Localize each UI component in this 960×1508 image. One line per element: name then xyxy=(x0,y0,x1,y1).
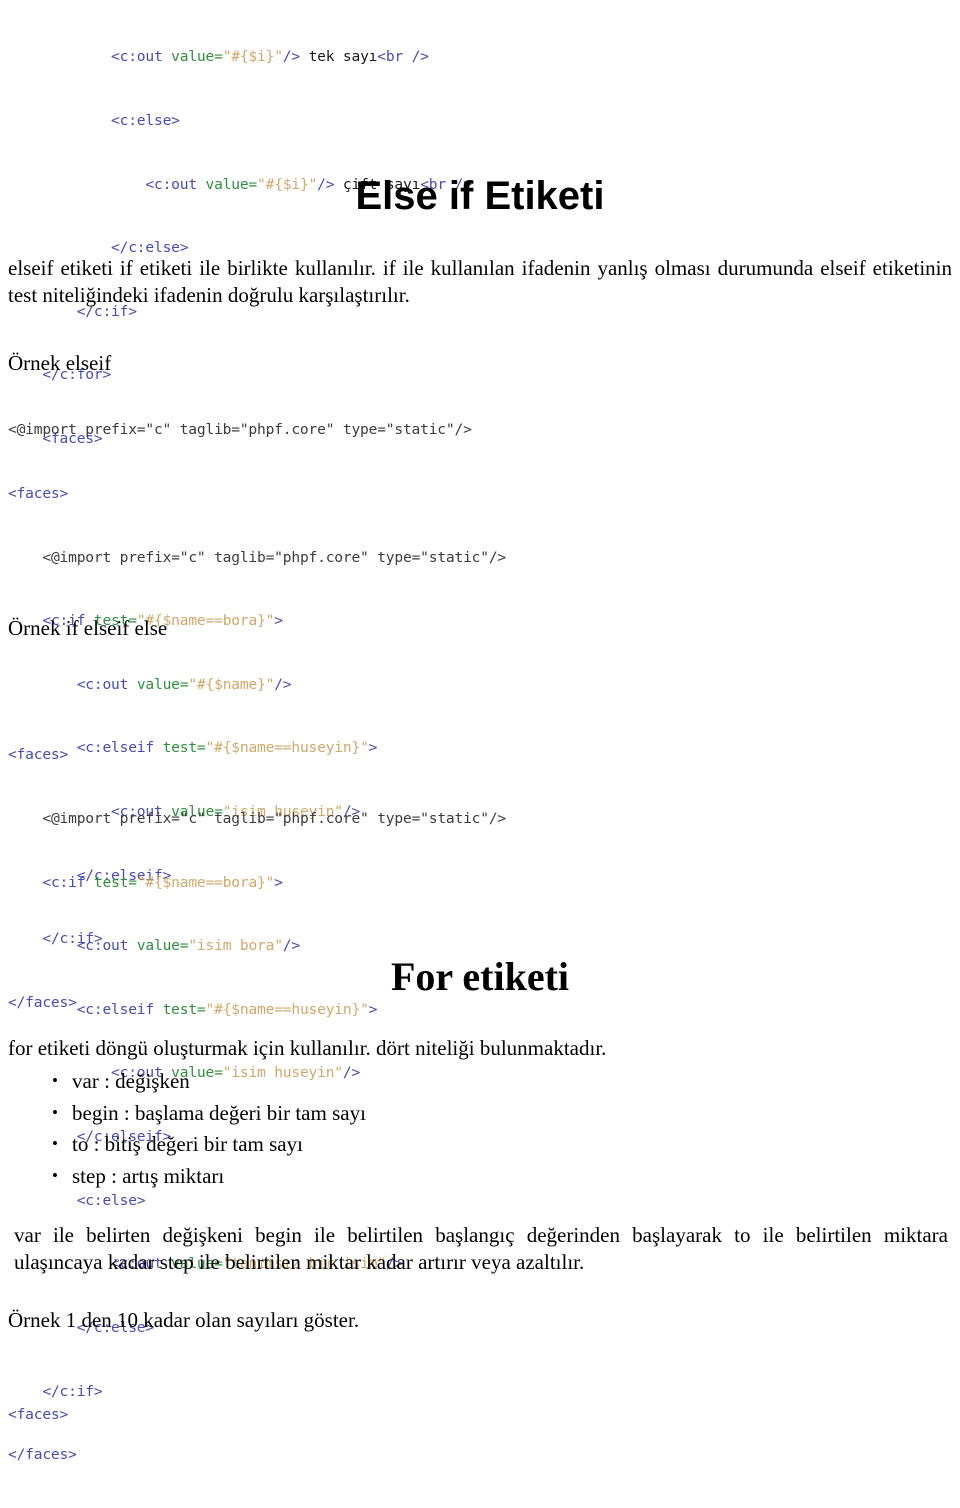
code-line: <@import prefix="c" taglib="phpf.core" t… xyxy=(42,810,507,828)
paragraph-for-description: for etiketi döngü oluşturmak için kullan… xyxy=(8,1036,607,1060)
paragraph-for-detail: var ile belirten değişkeni begin ile bel… xyxy=(14,1223,948,1274)
code-line: <c:out value="#{$name}"/> xyxy=(76,675,292,693)
paragraph-elseif-description: elseif etiketi if etiketi ile birlikte k… xyxy=(8,256,952,307)
label-ornek-if-elseif-else: Örnek if elseif else xyxy=(8,616,168,640)
code-line: <c:if test="#{$name==bora}"> xyxy=(42,873,283,891)
code-block-bottom: <faces> xyxy=(8,1362,68,1468)
list-item: begin : başlama değeri bir tam sayı xyxy=(8,1097,708,1130)
for-attribute-list: var : değişken begin : başlama değeri bi… xyxy=(8,1065,708,1193)
list-item: var : değişken xyxy=(8,1065,708,1098)
code-line: <c:else> xyxy=(76,1191,146,1209)
code-line: </faces> xyxy=(8,1446,77,1464)
label-ornek-1-den-10: Örnek 1 den 10 kadar olan sayıları göste… xyxy=(8,1308,360,1332)
code-line: <c:elseif test="#{$name==huseyin}"> xyxy=(76,1000,378,1018)
code-line: <@import prefix="c" taglib="phpf.core" t… xyxy=(8,421,472,439)
heading-else-if-etiketi: Else if Etiketi xyxy=(355,174,605,218)
code-line: </c:if> xyxy=(42,1382,103,1400)
heading-for-etiketi: For etiketi xyxy=(390,954,570,999)
code-line: <faces> xyxy=(8,485,69,503)
document-page: <c:out value="#{$i}"/> tek sayı<br /> <c… xyxy=(0,0,960,1463)
code-line: <@import prefix="c" taglib="phpf.core" t… xyxy=(42,548,507,566)
list-item: step : artış miktarı xyxy=(8,1160,708,1193)
code-line: <c:else> xyxy=(111,112,180,130)
code-line: <faces> xyxy=(8,746,69,764)
code-line: <faces> xyxy=(8,1406,69,1424)
label-ornek-elseif: Örnek elseif xyxy=(8,351,112,375)
code-line: <c:out value="#{$i}"/> tek sayı<br /> xyxy=(111,48,429,66)
list-item: to : bitiş değeri bir tam sayı xyxy=(8,1128,708,1161)
